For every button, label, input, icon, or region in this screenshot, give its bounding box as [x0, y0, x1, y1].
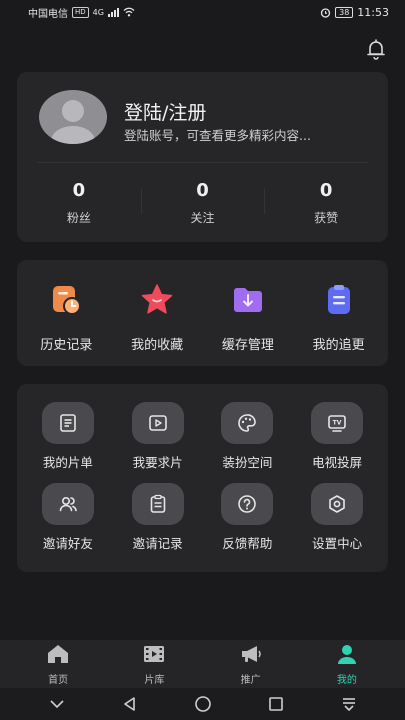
recents-square-icon [268, 697, 283, 711]
nav-recents-button[interactable] [264, 694, 288, 714]
tools-card: 我的片单 我要求片 装扮空间 TV 电视投屏 邀请好友 邀请记录 反馈帮助 设置 [17, 384, 388, 572]
settings-button[interactable]: 设置中心 [292, 483, 382, 552]
divider [37, 162, 368, 163]
tool-label: 我要求片 [132, 455, 183, 470]
clipboard-icon [327, 285, 350, 314]
quick-actions-card: 历史记录 我的收藏 缓存管理 我的追更 [17, 260, 388, 366]
wifi-icon [123, 7, 135, 17]
avatar[interactable] [39, 90, 107, 144]
pull-down-icon [342, 698, 355, 711]
chevron-down-icon [49, 700, 64, 709]
history-button[interactable]: 历史记录 [26, 282, 106, 353]
home-icon [48, 644, 69, 663]
tool-label: 我的片单 [42, 455, 93, 470]
play-icon [148, 415, 167, 431]
list-icon [60, 414, 76, 432]
cache-button[interactable]: 缓存管理 [208, 282, 288, 353]
stat-label: 关注 [190, 211, 215, 225]
megaphone-icon [241, 645, 261, 662]
record-icon [150, 494, 165, 513]
help-icon [238, 495, 257, 513]
nav-notification-pull-button[interactable] [337, 694, 361, 714]
tool-label: 邀请好友 [42, 536, 93, 551]
status-left: 中国电信 HD 4G [28, 5, 135, 20]
stat-followers[interactable]: 0 粉丝 [17, 180, 141, 226]
battery-indicator: 38 [335, 6, 354, 18]
tool-label: 反馈帮助 [222, 536, 273, 551]
users-icon [59, 497, 77, 512]
nav-back-button[interactable] [118, 694, 142, 714]
carrier-label: 中国电信 [28, 8, 68, 20]
request-video-button[interactable]: 我要求片 [113, 402, 203, 471]
tab-mine[interactable]: 我的 [317, 643, 377, 686]
tab-label: 我的 [336, 674, 357, 686]
system-nav-bar [0, 688, 405, 720]
tab-label: 推广 [240, 674, 261, 686]
signal-icon [107, 7, 119, 17]
tv-cast-button[interactable]: TV 电视投屏 [292, 402, 382, 471]
my-playlist-button[interactable]: 我的片单 [23, 402, 113, 471]
tool-label: 邀请记录 [132, 536, 183, 551]
history-icon [53, 286, 82, 315]
bottom-tab-bar: 首页 片库 推广 我的 [0, 640, 405, 688]
stat-likes[interactable]: 0 获赞 [264, 180, 388, 226]
stat-label: 粉丝 [66, 211, 91, 225]
profile-icon [337, 644, 356, 664]
palette-icon [238, 414, 257, 432]
theme-space-button[interactable]: 装扮空间 [203, 402, 293, 471]
settings-icon [329, 495, 345, 513]
favorites-label: 我的收藏 [131, 338, 184, 353]
alarm-icon [320, 7, 331, 18]
clock: 11:53 [357, 5, 389, 19]
tab-home[interactable]: 首页 [28, 643, 88, 686]
tool-label: 装扮空间 [222, 455, 273, 470]
favorites-button[interactable]: 我的收藏 [117, 282, 197, 353]
login-register-link[interactable]: 登陆/注册 [124, 98, 206, 125]
invite-friends-button[interactable]: 邀请好友 [23, 483, 113, 552]
profile-card: 登陆/注册 登陆账号，可查看更多精彩内容... 0 粉丝 0 关注 0 获赞 [17, 72, 388, 242]
tool-label: 电视投屏 [312, 455, 363, 470]
stat-value: 0 [72, 180, 86, 201]
stat-label: 获赞 [314, 211, 339, 225]
back-triangle-icon [123, 697, 135, 711]
cache-label: 缓存管理 [221, 338, 274, 353]
nav-collapse-button[interactable] [45, 694, 69, 714]
tab-promote[interactable]: 推广 [221, 643, 281, 686]
tab-label: 首页 [48, 674, 69, 686]
login-hint: 登陆账号，可查看更多精彩内容... [124, 128, 311, 143]
nav-home-button[interactable] [191, 694, 215, 714]
stats-row: 0 粉丝 0 关注 0 获赞 [17, 180, 388, 226]
notification-bell-icon[interactable] [365, 38, 387, 60]
tab-library[interactable]: 片库 [124, 643, 184, 686]
stat-following[interactable]: 0 关注 [140, 180, 265, 226]
tool-label: 设置中心 [312, 536, 363, 551]
stat-value: 0 [196, 180, 209, 201]
invite-records-button[interactable]: 邀请记录 [113, 483, 203, 552]
tab-label: 片库 [144, 674, 165, 686]
stat-value: 0 [319, 180, 333, 201]
feedback-help-button[interactable]: 反馈帮助 [203, 483, 293, 552]
svg-text:TV: TV [333, 420, 342, 427]
status-bar: 中国电信 HD 4G 38 11:53 [0, 0, 405, 24]
star-icon [141, 284, 173, 314]
hd-badge: HD [72, 6, 89, 18]
home-circle-icon [194, 696, 211, 712]
following-updates-button[interactable]: 我的追更 [299, 282, 379, 353]
following-updates-label: 我的追更 [312, 338, 365, 353]
download-folder-icon [233, 288, 262, 312]
film-icon [144, 645, 165, 662]
tv-icon: TV [328, 415, 346, 432]
status-right: 38 11:53 [320, 6, 389, 19]
network-label: 4G [92, 7, 104, 17]
history-label: 历史记录 [40, 338, 93, 353]
